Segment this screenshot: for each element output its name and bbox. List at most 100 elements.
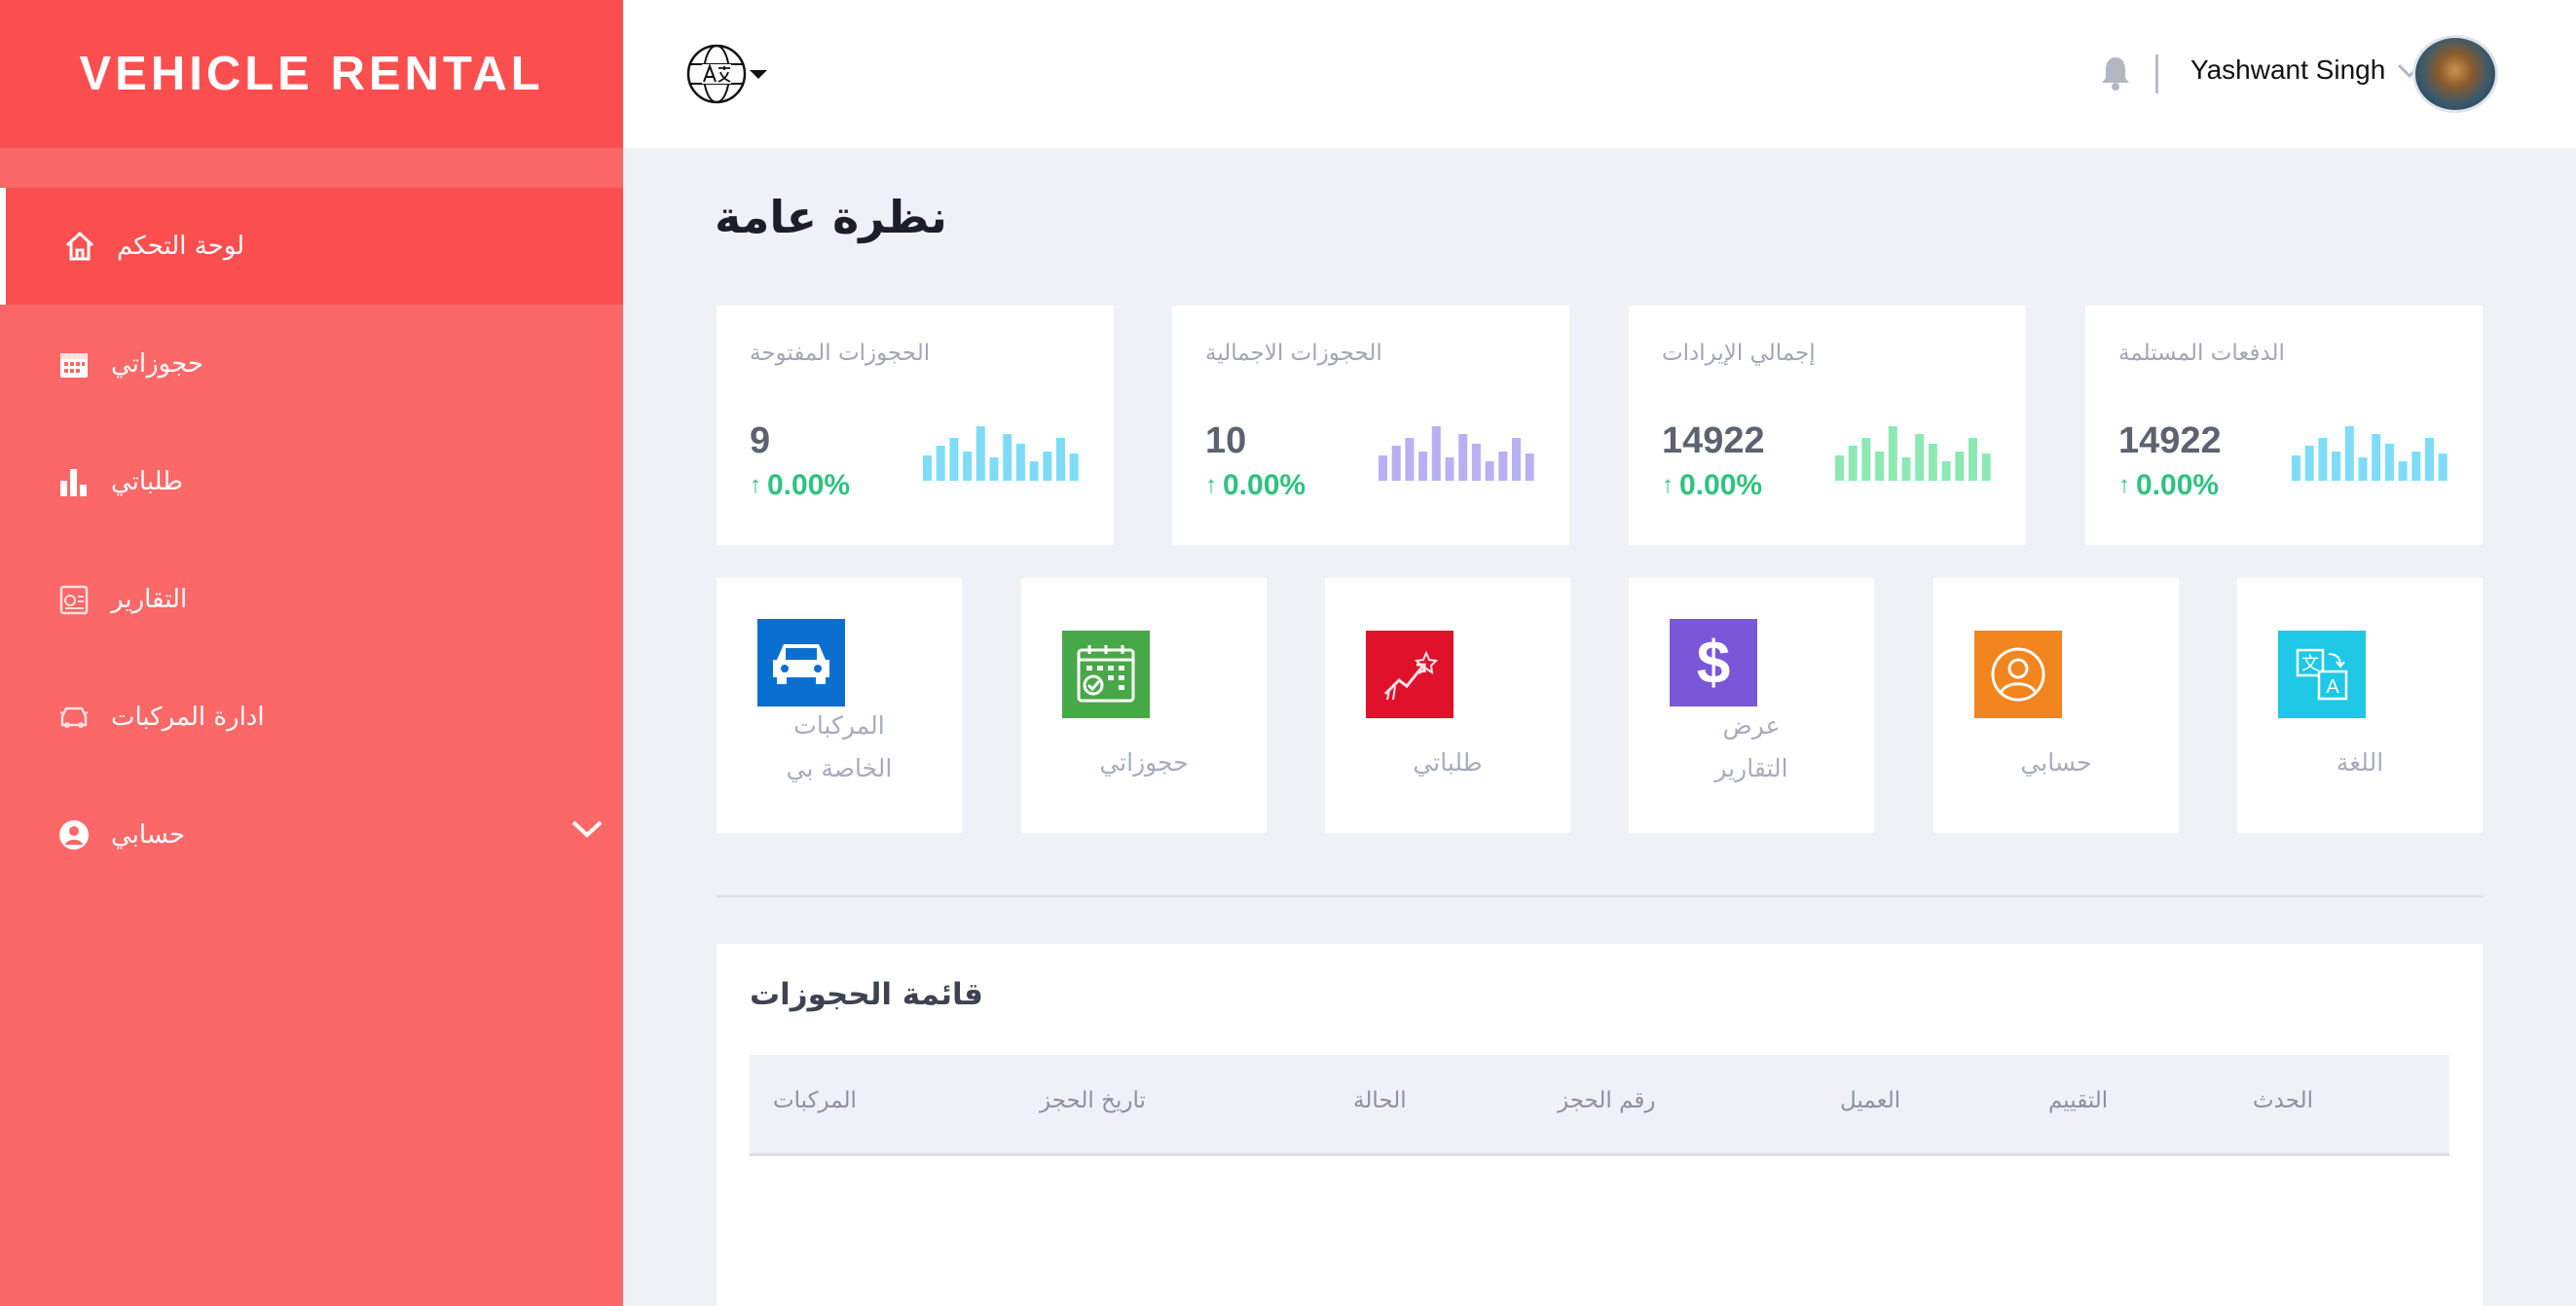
tile-label-line1: عرض: [1722, 711, 1781, 740]
sparkline-bar: [1848, 446, 1858, 481]
table-header-row: المركبات تاريخ الحجز الحالة رقم الحجز ال…: [750, 1055, 2449, 1156]
svg-text:A: A: [2326, 676, 2339, 698]
app-title: VEHICLE RENTAL: [79, 48, 544, 100]
calendar-icon: [56, 346, 92, 381]
column-header-booking-number[interactable]: رقم الحجز: [1558, 1088, 1656, 1113]
tile-my-account[interactable]: حسابي: [1933, 578, 2179, 833]
brand-header: VEHICLE RENTAL: [0, 0, 623, 148]
sparkline-chart: [923, 426, 1079, 481]
topbar-divider: [2155, 54, 2158, 93]
sparkline-bar: [2438, 453, 2447, 481]
stat-label: الحجوزات المفتوحة: [750, 341, 931, 366]
sparkline-bar: [1418, 452, 1428, 481]
column-header-rating[interactable]: التقييم: [2048, 1088, 2108, 1113]
sidebar-item-my-requests[interactable]: طلباتي: [0, 423, 623, 540]
page-title: نظرة عامة: [715, 191, 947, 243]
tile-my-vehicles[interactable]: المركبات الخاصة بي: [717, 578, 962, 833]
svg-text:文: 文: [2301, 654, 2319, 674]
tile-language[interactable]: 文A اللغة: [2237, 578, 2483, 833]
bookings-table-card: قائمة الحجوزات المركبات تاريخ الحجز الحا…: [717, 944, 2483, 1306]
sparkline-bar: [1901, 457, 1911, 481]
sparkline-bar: [2411, 452, 2421, 481]
stat-value: 10: [1205, 420, 1247, 461]
sparkline-bar: [2425, 438, 2434, 481]
sidebar-item-my-account[interactable]: حسابي: [0, 777, 623, 893]
translate-icon: 文A: [2278, 631, 2366, 718]
table-title: قائمة الحجوزات: [750, 977, 983, 1012]
sparkline-bar: [1069, 453, 1079, 481]
tile-my-bookings[interactable]: حجوزاتي: [1021, 578, 1267, 833]
sparkline-bar: [1498, 452, 1508, 481]
sidebar-nav: لوحة التحكم حجوزاتي طلباتي التقارير ادار…: [0, 188, 623, 894]
stat-change: ↑ 0.00%: [1205, 469, 1306, 502]
stat-change-value: 0.00%: [1223, 469, 1306, 501]
sparkline-bar: [2304, 446, 2314, 481]
sparkline-bar: [1969, 438, 1977, 481]
stat-card-open-bookings: الحجوزات المفتوحة 9 ↑ 0.00%: [717, 306, 1114, 545]
tile-view-reports[interactable]: $ عرض التقارير: [1629, 578, 1874, 833]
column-header-status[interactable]: الحالة: [1353, 1088, 1407, 1113]
stat-value: 14922: [1662, 420, 1765, 461]
stat-change-value: 0.00%: [1679, 469, 1763, 501]
sidebar: VEHICLE RENTAL لوحة التحكم حجوزاتي طلبات…: [0, 0, 623, 1306]
sparkline-bar: [1445, 457, 1454, 481]
stat-change: ↑ 0.00%: [2118, 469, 2219, 502]
arrow-up-icon: ↑: [2118, 472, 2130, 498]
sparkline-bar: [1888, 426, 1897, 481]
tile-my-requests[interactable]: طلباتي: [1325, 578, 1570, 833]
user-menu[interactable]: Yashwant Singh: [2190, 54, 2422, 86]
column-header-action[interactable]: الحدث: [2253, 1088, 2313, 1113]
bell-icon[interactable]: [2099, 54, 2132, 95]
sidebar-item-dashboard[interactable]: لوحة التحكم: [0, 188, 623, 305]
tile-label-line1: المركبات: [793, 711, 885, 740]
sparkline-bar: [2292, 455, 2300, 481]
sidebar-item-label: حجوزاتي: [111, 349, 203, 379]
tile-label-line2: التقارير: [1714, 754, 1788, 782]
sidebar-item-label: ادارة المركبات: [111, 703, 265, 732]
stat-change-value: 0.00%: [767, 469, 851, 501]
sparkline-bar: [923, 455, 932, 481]
arrow-up-icon: ↑: [750, 472, 761, 498]
sparkline-bar: [2358, 457, 2368, 481]
column-header-customer[interactable]: العميل: [1840, 1088, 1900, 1113]
sidebar-item-vehicle-management[interactable]: ادارة المركبات: [0, 659, 623, 776]
growth-chart-icon: [1366, 631, 1454, 718]
chevron-down-icon[interactable]: [570, 817, 604, 847]
tile-label-line2: الخاصة بي: [786, 754, 893, 782]
sparkline-bar: [1471, 444, 1481, 481]
topbar: Yashwant Singh: [623, 0, 2576, 148]
language-switcher[interactable]: [685, 43, 769, 109]
sparkline-bar: [1835, 455, 1844, 481]
tile-label-line1: طلباتي: [1413, 748, 1483, 777]
stat-change-value: 0.00%: [2136, 469, 2220, 501]
user-circle-icon: [1974, 631, 2062, 718]
sparkline-bar: [989, 457, 999, 481]
sparkline-chart: [1379, 426, 1534, 481]
avatar[interactable]: [2412, 35, 2498, 113]
stat-card-total-revenue: إجمالي الإيرادات 14922 ↑ 0.00%: [1629, 306, 2026, 545]
translate-globe-icon: [685, 43, 748, 109]
sidebar-item-label: لوحة التحكم: [117, 232, 245, 261]
column-header-vehicles[interactable]: المركبات: [773, 1088, 857, 1113]
section-divider: [717, 895, 2483, 897]
sparkline-bar: [1512, 438, 1521, 481]
sparkline-bar: [1928, 444, 1937, 481]
car-icon: [56, 700, 92, 735]
sparkline-bar: [949, 438, 959, 481]
sparkline-bar: [963, 452, 973, 481]
sparkline-bar: [1379, 455, 1387, 481]
report-icon: [56, 582, 92, 617]
sparkline-bar: [2332, 452, 2341, 481]
sidebar-item-my-bookings[interactable]: حجوزاتي: [0, 306, 623, 422]
sparkline-bar: [1981, 453, 1991, 481]
caret-down-icon: [748, 67, 769, 86]
sparkline-bar: [1056, 438, 1065, 481]
stat-label: الدفعات المستلمة: [2118, 341, 2285, 366]
column-header-booking-date[interactable]: تاريخ الحجز: [1040, 1088, 1146, 1113]
sparkline-bar: [1043, 452, 1052, 481]
sparkline-bar: [975, 426, 985, 481]
sidebar-item-reports[interactable]: التقارير: [0, 541, 623, 658]
stat-label: إجمالي الإيرادات: [1662, 341, 1816, 366]
car-icon: [757, 619, 845, 707]
stat-value: 9: [750, 420, 771, 461]
